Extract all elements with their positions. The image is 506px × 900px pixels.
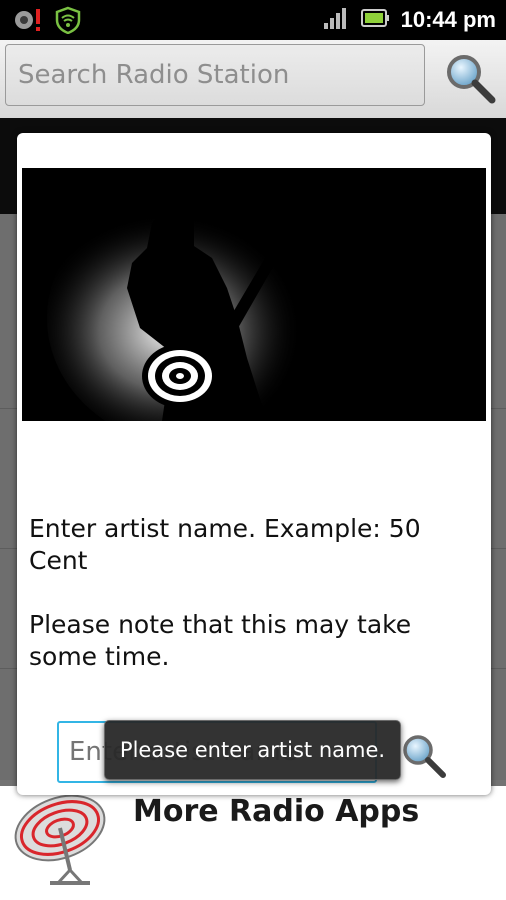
status-bar: 10:44 pm: [0, 0, 506, 40]
wifi-shield-icon: [54, 6, 82, 38]
signal-icon: [323, 6, 349, 34]
search-icon[interactable]: [442, 50, 498, 106]
toast-message: Please enter artist name.: [104, 720, 401, 780]
status-time: 10:44 pm: [400, 7, 496, 32]
search-header: [0, 40, 506, 119]
notification-alert-icon: [14, 6, 44, 38]
more-radio-apps-label: More Radio Apps: [133, 794, 420, 829]
guitarist-hero-image: [22, 168, 486, 421]
battery-icon: [360, 7, 389, 33]
search-icon[interactable]: [399, 731, 447, 779]
artist-search-dialog: Enter artist name. Example: 50 Cent Plea…: [17, 133, 491, 795]
satellite-dish-icon: [10, 788, 116, 888]
search-radio-input[interactable]: [5, 44, 425, 106]
dialog-message: Enter artist name. Example: 50 Cent Plea…: [29, 514, 421, 671]
more-radio-apps-item[interactable]: More Radio Apps: [0, 780, 506, 900]
